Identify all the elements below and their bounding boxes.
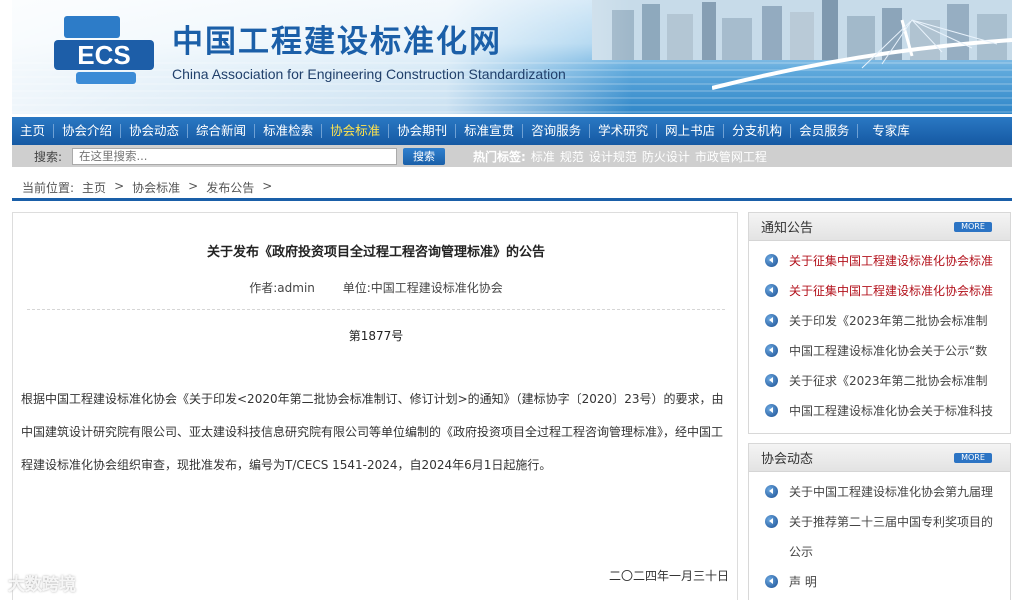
logo-text: ECS — [77, 40, 130, 70]
article-title: 关于发布《政府投资项目全过程工程咨询管理标准》的公告 — [206, 245, 545, 260]
list-item[interactable]: 关于印发《2023年第二批协会标准制 — [749, 305, 1010, 335]
notice-link[interactable]: 关于征求《2023年第二批协会标准制 — [789, 372, 988, 389]
search-label: 搜索: — [34, 149, 63, 164]
arrow-bullet-icon — [765, 253, 778, 267]
list-item[interactable]: 关于推荐第二十三届中国专利奖项目的 — [749, 506, 1010, 536]
article-panel: 关于发布《政府投资项目全过程工程咨询管理标准》的公告 作者:admin 单位:中… — [12, 212, 738, 600]
arrow-bullet-icon — [765, 373, 778, 387]
news-more-button[interactable]: MORE — [954, 452, 992, 463]
news-link[interactable]: 声 明 — [789, 573, 817, 590]
hot-tag-standard[interactable]: 标准 — [531, 148, 555, 165]
ecs-logo: ECS — [54, 16, 154, 84]
article-meta: 作者:admin 单位:中国工程建设标准化协会 — [13, 279, 739, 296]
notice-link[interactable]: 关于印发《2023年第二批协会标准制 — [789, 312, 988, 329]
notices-panel: 通知公告 MORE 关于征集中国工程建设标准化协会标准 关于征集中国工程建设标准… — [748, 212, 1011, 434]
announcement-number: 第1877号 — [348, 329, 404, 343]
breadcrumb-item-announcements[interactable]: 发布公告 — [206, 179, 254, 196]
breadcrumb-separator: > — [262, 179, 273, 193]
nav-item-branches[interactable]: 分支机构 — [724, 117, 790, 145]
breadcrumb: 当前位置: 主页 > 协会标准 > 发布公告 > — [22, 179, 272, 196]
list-item[interactable]: 关于征求《2023年第二批协会标准制 — [749, 365, 1010, 395]
breadcrumb-divider — [12, 198, 1012, 201]
notices-title: 通知公告 — [761, 221, 814, 236]
breadcrumb-separator: > — [188, 179, 199, 193]
article-date: 二〇二四年一月三十日 — [608, 569, 729, 583]
main-nav: 主页 协会介绍 协会动态 综合新闻 标准检索 协会标准 协会期刊 标准宣贯 咨询… — [12, 117, 1012, 145]
article-divider — [27, 309, 725, 310]
hot-tag-design-specification[interactable]: 设计规范 — [589, 148, 637, 165]
list-item[interactable]: 关于征集中国工程建设标准化协会标准 — [749, 275, 1010, 305]
arrow-bullet-icon — [765, 514, 778, 528]
nav-item-standard-search[interactable]: 标准检索 — [255, 117, 321, 145]
breadcrumb-separator: > — [114, 179, 125, 193]
nav-item-standard-promotion[interactable]: 标准宣贯 — [456, 117, 522, 145]
search-button[interactable]: 搜索 — [403, 147, 445, 165]
nav-item-home[interactable]: 主页 — [12, 117, 53, 145]
news-link[interactable]: 关于推荐第二十三届中国专利奖项目的 — [789, 513, 993, 530]
notices-header: 通知公告 MORE — [749, 213, 1010, 241]
news-list: 关于中国工程建设标准化协会第九届理 关于推荐第二十三届中国专利奖项目的 公示 声… — [749, 472, 1010, 596]
list-item[interactable]: 中国工程建设标准化协会关于标准科技 — [749, 395, 1010, 425]
search-input[interactable] — [72, 147, 397, 165]
list-item[interactable]: 关于征集中国工程建设标准化协会标准 — [749, 245, 1010, 275]
news-panel: 协会动态 MORE 关于中国工程建设标准化协会第九届理 关于推荐第二十三届中国专… — [748, 443, 1011, 600]
list-item[interactable]: 关于中国工程建设标准化协会第九届理 — [749, 476, 1010, 506]
list-item-continuation[interactable]: 公示 — [749, 536, 1010, 566]
search-bar: 搜索: 搜索 热门标签: 标准 规范 设计规范 防火设计 市政管网工程 — [12, 145, 1012, 167]
article-unit: 单位:中国工程建设标准化协会 — [342, 281, 503, 295]
bridge-image — [712, 19, 1012, 90]
notice-link[interactable]: 关于征集中国工程建设标准化协会标准 — [789, 282, 993, 299]
notices-list: 关于征集中国工程建设标准化协会标准 关于征集中国工程建设标准化协会标准 关于印发… — [749, 241, 1010, 425]
nav-item-consulting[interactable]: 咨询服务 — [523, 117, 589, 145]
site-subtitle: China Association for Engineering Constr… — [172, 66, 566, 82]
nav-item-association-news[interactable]: 协会动态 — [121, 117, 187, 145]
nav-item-experts[interactable]: 专家库 — [858, 117, 918, 145]
arrow-bullet-icon — [765, 283, 778, 297]
notice-link[interactable]: 中国工程建设标准化协会关于标准科技 — [789, 402, 993, 419]
list-item[interactable]: 中国工程建设标准化协会关于公示“数 — [749, 335, 1010, 365]
breadcrumb-prefix: 当前位置: — [22, 181, 75, 195]
hot-tag-specification[interactable]: 规范 — [560, 148, 584, 165]
nav-item-about[interactable]: 协会介绍 — [54, 117, 120, 145]
site-title: 中国工程建设标准化网 — [172, 24, 502, 60]
notices-more-button[interactable]: MORE — [954, 221, 992, 232]
hot-tags-label: 热门标签: — [473, 149, 526, 164]
watermark-text: 大数跨境 — [8, 575, 76, 595]
nav-item-journal[interactable]: 协会期刊 — [389, 117, 455, 145]
arrow-bullet-icon — [765, 313, 778, 327]
breadcrumb-item-standards[interactable]: 协会标准 — [132, 179, 180, 196]
notice-link[interactable]: 关于征集中国工程建设标准化协会标准 — [789, 252, 993, 269]
arrow-bullet-icon — [765, 574, 778, 588]
hot-tag-fire-design[interactable]: 防火设计 — [642, 148, 690, 165]
breadcrumb-item-home[interactable]: 主页 — [82, 179, 106, 196]
notice-link[interactable]: 中国工程建设标准化协会关于公示“数 — [789, 342, 987, 359]
news-link[interactable]: 关于中国工程建设标准化协会第九届理 — [789, 483, 993, 500]
article-author: 作者:admin — [249, 281, 315, 295]
list-item[interactable]: 声 明 — [749, 566, 1010, 596]
news-link[interactable]: 公示 — [789, 543, 813, 560]
arrow-bullet-icon — [765, 484, 778, 498]
nav-item-research[interactable]: 学术研究 — [590, 117, 656, 145]
arrow-bullet-icon — [765, 343, 778, 357]
news-header: 协会动态 MORE — [749, 444, 1010, 472]
hot-tag-municipal-pipeline[interactable]: 市政管网工程 — [695, 148, 767, 165]
news-title: 协会动态 — [761, 452, 814, 467]
nav-item-member-services[interactable]: 会员服务 — [791, 117, 857, 145]
arrow-bullet-icon — [765, 403, 778, 417]
nav-item-association-standards[interactable]: 协会标准 — [322, 117, 388, 145]
nav-item-general-news[interactable]: 综合新闻 — [188, 117, 254, 145]
article-body: 根据中国工程建设标准化协会《关于印发<2020年第二批协会标准制订、修订计划>的… — [21, 392, 724, 472]
nav-item-bookstore[interactable]: 网上书店 — [657, 117, 723, 145]
site-banner: ECS 中国工程建设标准化网 China Association for Eng… — [12, 0, 1012, 114]
